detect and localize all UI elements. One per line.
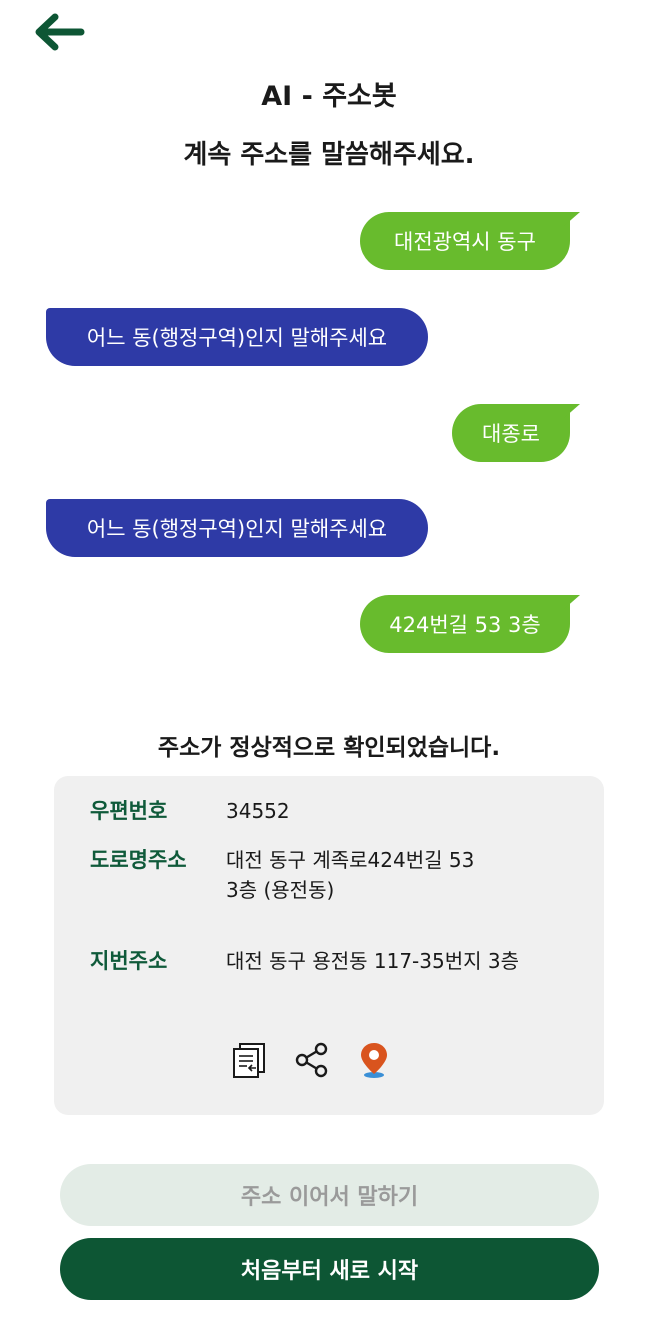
confirm-message: 주소가 정상적으로 확인되었습니다.	[157, 735, 501, 761]
page-subtitle: 계속 주소를 말씀해주세요.	[183, 140, 475, 170]
lot-address-row: 지번주소 대전 동구 용전동 117-35번지 3층	[90, 946, 546, 976]
chat-bubble-bot: 어느 동(행정구역)인지 말해주세요	[46, 499, 428, 557]
copy-button[interactable]	[230, 1040, 270, 1080]
postal-label: 우편번호	[90, 799, 168, 823]
road-address-value: 대전 동구 계족로424번길 53 3층 (용전동)	[226, 845, 546, 905]
road-address-row: 도로명주소 대전 동구 계족로424번길 53 3층 (용전동)	[90, 845, 546, 905]
chat-bubble-user: 424번길 53 3층	[360, 595, 580, 653]
map-button[interactable]	[354, 1040, 394, 1080]
road-address-line2: 3층 (용전동)	[226, 878, 335, 902]
restart-button[interactable]: 처음부터 새로 시작	[60, 1238, 599, 1300]
continue-address-button[interactable]: 주소 이어서 말하기	[60, 1164, 599, 1226]
lot-address-value: 대전 동구 용전동 117-35번지 3층	[226, 949, 519, 973]
postal-value: 34552	[226, 799, 290, 823]
address-result-card: 우편번호 34552 도로명주소 대전 동구 계족로424번길 53 3층 (용…	[54, 776, 604, 1115]
result-actions	[230, 1040, 394, 1080]
chat-bubble-user: 대전광역시 동구	[360, 212, 580, 270]
page-title: AI - 주소봇	[261, 81, 397, 112]
share-button[interactable]	[292, 1040, 332, 1080]
back-button[interactable]	[28, 10, 88, 54]
chat-bubble-user: 대종로	[452, 404, 580, 462]
postal-row: 우편번호 34552	[90, 796, 546, 826]
share-icon	[295, 1042, 328, 1078]
map-pin-icon	[361, 1043, 387, 1078]
copy-icon	[233, 1043, 265, 1078]
chat-bubble-bot: 어느 동(행정구역)인지 말해주세요	[46, 308, 428, 366]
arrow-left-icon	[35, 13, 85, 51]
road-address-line1: 대전 동구 계족로424번길 53	[226, 848, 475, 872]
road-address-label: 도로명주소	[90, 848, 187, 872]
lot-address-label: 지번주소	[90, 949, 168, 973]
